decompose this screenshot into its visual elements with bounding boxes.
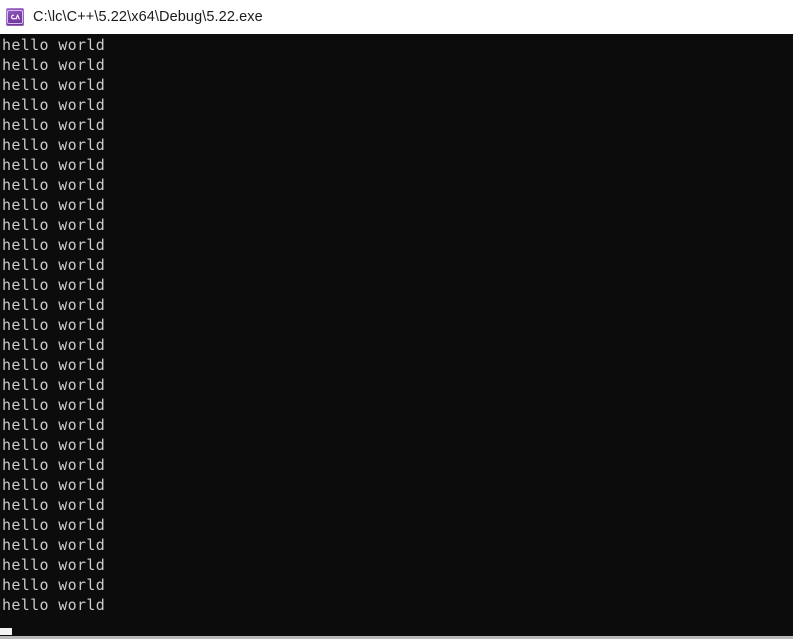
console-line: hello world [2,196,106,214]
console-line: hello world [2,276,106,294]
console-caret [0,628,12,635]
console-line: hello world [2,516,106,534]
console-line: hello world [2,216,106,234]
title-bar[interactable]: C:\lc\C++\5.22\x64\Debug\5.22.exe [0,0,793,34]
console-line: hello world [2,256,106,274]
console-line: hello world [2,136,106,154]
console-line: hello world [2,116,106,134]
console-line: hello world [2,356,106,374]
console-line: hello world [2,396,106,414]
console-line: hello world [2,56,106,74]
console-line: hello world [2,476,106,494]
console-line: hello world [2,556,106,574]
console-line: hello world [2,176,106,194]
console-line: hello world [2,36,106,54]
console-line: hello world [2,416,106,434]
console-line: hello world [2,296,106,314]
console-window: C:\lc\C++\5.22\x64\Debug\5.22.exe hello … [0,0,793,639]
console-line: hello world [2,76,106,94]
console-line: hello world [2,496,106,514]
console-line: hello world [2,536,106,554]
console-line: hello world [2,96,106,114]
console-line: hello world [2,236,106,254]
console-line: hello world [2,316,106,334]
console-line: hello world [2,576,106,594]
console-text: hello world hello world hello world hello w… [2,35,790,615]
console-line: hello world [2,436,106,454]
console-output-area[interactable]: hello world hello world hello world hello w… [0,34,793,636]
console-line: hello world [2,456,106,474]
console-line: hello world [2,156,106,174]
console-line: hello world [2,336,106,354]
window-title: C:\lc\C++\5.22\x64\Debug\5.22.exe [33,9,263,25]
console-line: hello world [2,596,106,614]
cpp-console-app-icon [6,8,24,26]
console-line: hello world [2,376,106,394]
